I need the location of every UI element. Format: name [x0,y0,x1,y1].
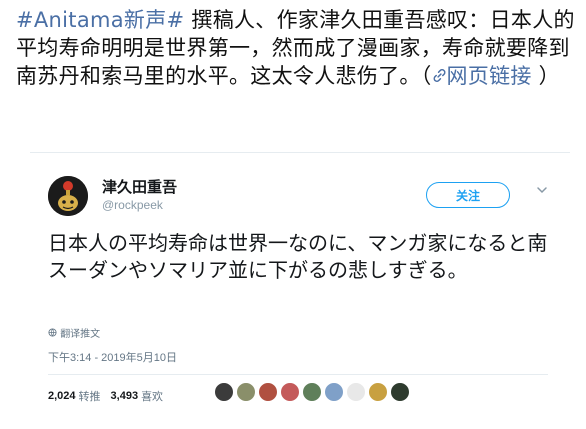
like-label: 喜欢 [141,390,164,403]
link-icon [432,68,447,88]
like-count[interactable]: 3,493 [111,390,139,402]
liker-avatars [214,382,410,402]
tweet-stats: 2,024 转推 3,493 喜欢 [48,388,173,404]
retweet-count[interactable]: 2,024 [48,390,76,402]
liker-avatar[interactable] [324,382,344,402]
liker-avatar[interactable] [390,382,410,402]
author-handle[interactable]: @rockpeek [102,198,163,212]
liker-avatar[interactable] [258,382,278,402]
web-link-label: 网页链接 [446,64,532,88]
liker-avatar[interactable] [236,382,256,402]
tweet-timestamp[interactable]: 下午3:14 - 2019年5月10日 [48,349,177,365]
embedded-tweet-card: 津久田重吾 @rockpeek 关注 日本人の平均寿命は世界一なのに、マンガ家に… [30,152,570,424]
liker-avatar[interactable] [214,382,234,402]
author-name[interactable]: 津久田重吾 [102,176,177,197]
hashtag-link[interactable]: #Anitama新声# [16,8,184,32]
follow-button[interactable]: 关注 [426,182,510,208]
liker-avatar[interactable] [302,382,322,402]
liker-avatar[interactable] [368,382,388,402]
globe-icon [48,328,57,340]
weibo-post-text: #Anitama新声# 撰稿人、作家津久田重吾感叹：日本人的平均寿命明明是世界第… [16,6,576,92]
translate-label: 翻译推文 [60,329,101,340]
liker-avatar[interactable] [280,382,300,402]
post-body-end: ） [531,64,560,88]
author-avatar[interactable] [48,176,88,216]
liker-avatar[interactable] [346,382,366,402]
stats-divider [48,374,548,375]
retweet-label: 转推 [78,390,101,403]
tweet-text: 日本人の平均寿命は世界一なのに、マンガ家になると南スーダンやソマリア並に下がるの… [48,231,548,282]
web-link[interactable]: 网页链接 [432,64,532,88]
translate-tweet-link[interactable]: 翻译推文 [48,325,100,340]
screenshot: #Anitama新声# 撰稿人、作家津久田重吾感叹：日本人的平均寿命明明是世界第… [0,0,586,429]
chevron-down-icon[interactable] [536,184,548,200]
